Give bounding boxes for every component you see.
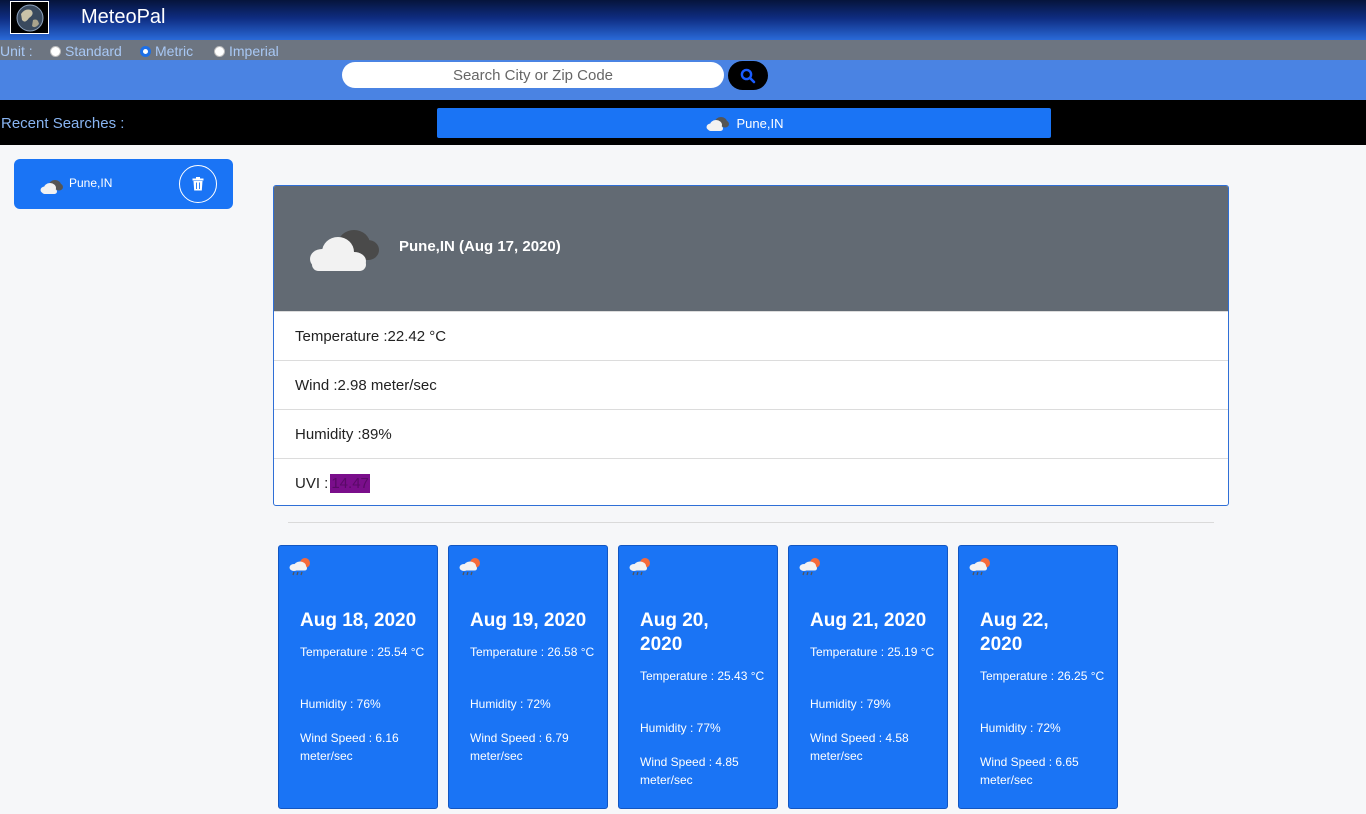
forecast-temperature: Temperature : 26.58 °C bbox=[470, 645, 595, 659]
forecast-temperature: Temperature : 26.25 °C bbox=[980, 669, 1105, 683]
current-weather-card: Pune,IN (Aug 17, 2020) Temperature :22.4… bbox=[273, 185, 1229, 506]
forecast-wind: Wind Speed : 6.65 meter/sec bbox=[980, 755, 1079, 787]
forecast-card: Aug 21, 2020 Temperature : 25.19 °C Humi… bbox=[788, 545, 948, 809]
cloud-icon bbox=[310, 230, 379, 271]
forecast-wind: Wind Speed : 6.79 meter/sec bbox=[470, 731, 569, 763]
unit-metric-label: Metric bbox=[155, 43, 194, 59]
unit-imperial-option[interactable]: Imperial bbox=[214, 43, 279, 59]
unit-label: Unit : bbox=[0, 43, 33, 59]
recent-searches-bar: Recent Searches : Pune,IN bbox=[0, 100, 1366, 145]
rain-sun-icon bbox=[459, 558, 480, 576]
forecast-card: Aug 20, 2020 Temperature : 25.43 °C Humi… bbox=[618, 545, 778, 809]
forecast-wind: Wind Speed : 6.16 meter/sec bbox=[300, 731, 399, 763]
cloud-icon bbox=[40, 180, 63, 194]
forecast-date: Aug 18, 2020 bbox=[300, 610, 417, 631]
unit-metric-option[interactable]: Metric bbox=[140, 43, 193, 59]
forecast-date: Aug 19, 2020 bbox=[470, 610, 587, 631]
temperature-row: Temperature :22.42 °C bbox=[274, 311, 1228, 360]
forecast-temperature: Temperature : 25.54 °C bbox=[300, 645, 425, 659]
recent-search-button[interactable]: Pune,IN bbox=[437, 108, 1051, 138]
rain-sun-icon bbox=[629, 558, 650, 576]
forecast-wind: Wind Speed : 4.58 meter/sec bbox=[810, 731, 909, 763]
uvi-row: UVI : 14.47 bbox=[274, 458, 1228, 505]
saved-city-item[interactable]: Pune,IN bbox=[14, 159, 233, 209]
forecast-card: Aug 19, 2020 Temperature : 26.58 °C Humi… bbox=[448, 545, 608, 809]
forecast-wind: Wind Speed : 4.85 meter/sec bbox=[640, 755, 739, 787]
forecast-date: Aug 21, 2020 bbox=[810, 610, 927, 631]
search-input[interactable] bbox=[342, 62, 724, 88]
forecast-humidity: Humidity : 79% bbox=[810, 697, 891, 711]
unit-standard-radio[interactable] bbox=[50, 45, 61, 57]
forecast-temperature: Temperature : 25.19 °C bbox=[810, 645, 935, 659]
forecast-humidity: Humidity : 72% bbox=[980, 721, 1061, 735]
cloud-icon bbox=[706, 117, 729, 131]
search-bar bbox=[0, 60, 1366, 100]
search-icon bbox=[740, 68, 756, 83]
unit-metric-radio[interactable] bbox=[140, 45, 151, 57]
unit-standard-option[interactable]: Standard bbox=[50, 43, 122, 59]
rain-sun-icon bbox=[289, 558, 310, 576]
forecast-date: Aug 20, 2020 bbox=[640, 610, 709, 655]
trash-icon bbox=[192, 177, 204, 191]
recent-search-label: Pune,IN bbox=[736, 115, 784, 131]
current-weather-title: Pune,IN (Aug 17, 2020) bbox=[399, 238, 561, 255]
unit-imperial-radio[interactable] bbox=[214, 45, 225, 57]
recent-searches-label: Recent Searches : bbox=[1, 115, 125, 132]
forecast-humidity: Humidity : 72% bbox=[470, 697, 551, 711]
app-title[interactable]: MeteoPal bbox=[81, 6, 166, 29]
forecast-card: Aug 18, 2020 Temperature : 25.54 °C Humi… bbox=[278, 545, 438, 809]
wind-row: Wind :2.98 meter/sec bbox=[274, 360, 1228, 409]
rain-sun-icon bbox=[969, 558, 990, 576]
forecast-date: Aug 22, 2020 bbox=[980, 610, 1049, 655]
forecast-card: Aug 22, 2020 Temperature : 26.25 °C Humi… bbox=[958, 545, 1118, 809]
forecast-humidity: Humidity : 76% bbox=[300, 697, 381, 711]
current-weather-header: Pune,IN (Aug 17, 2020) bbox=[274, 186, 1228, 311]
forecast-temperature: Temperature : 25.43 °C bbox=[640, 669, 765, 683]
unit-standard-label: Standard bbox=[65, 43, 122, 59]
section-divider bbox=[288, 522, 1214, 523]
search-button[interactable] bbox=[728, 61, 768, 90]
unit-selector: Unit : Standard Metric Imperial bbox=[0, 40, 1366, 60]
forecast-humidity: Humidity : 77% bbox=[640, 721, 721, 735]
rain-sun-icon bbox=[799, 558, 820, 576]
saved-city-label: Pune,IN bbox=[69, 176, 113, 190]
delete-city-button[interactable] bbox=[179, 165, 217, 203]
globe-icon[interactable] bbox=[10, 1, 49, 34]
humidity-row: Humidity :89% bbox=[274, 409, 1228, 458]
uvi-label: UVI : bbox=[295, 474, 329, 492]
unit-imperial-label: Imperial bbox=[229, 43, 279, 59]
uvi-value-badge: 14.47 bbox=[330, 473, 370, 493]
top-navbar: MeteoPal bbox=[0, 0, 1366, 40]
